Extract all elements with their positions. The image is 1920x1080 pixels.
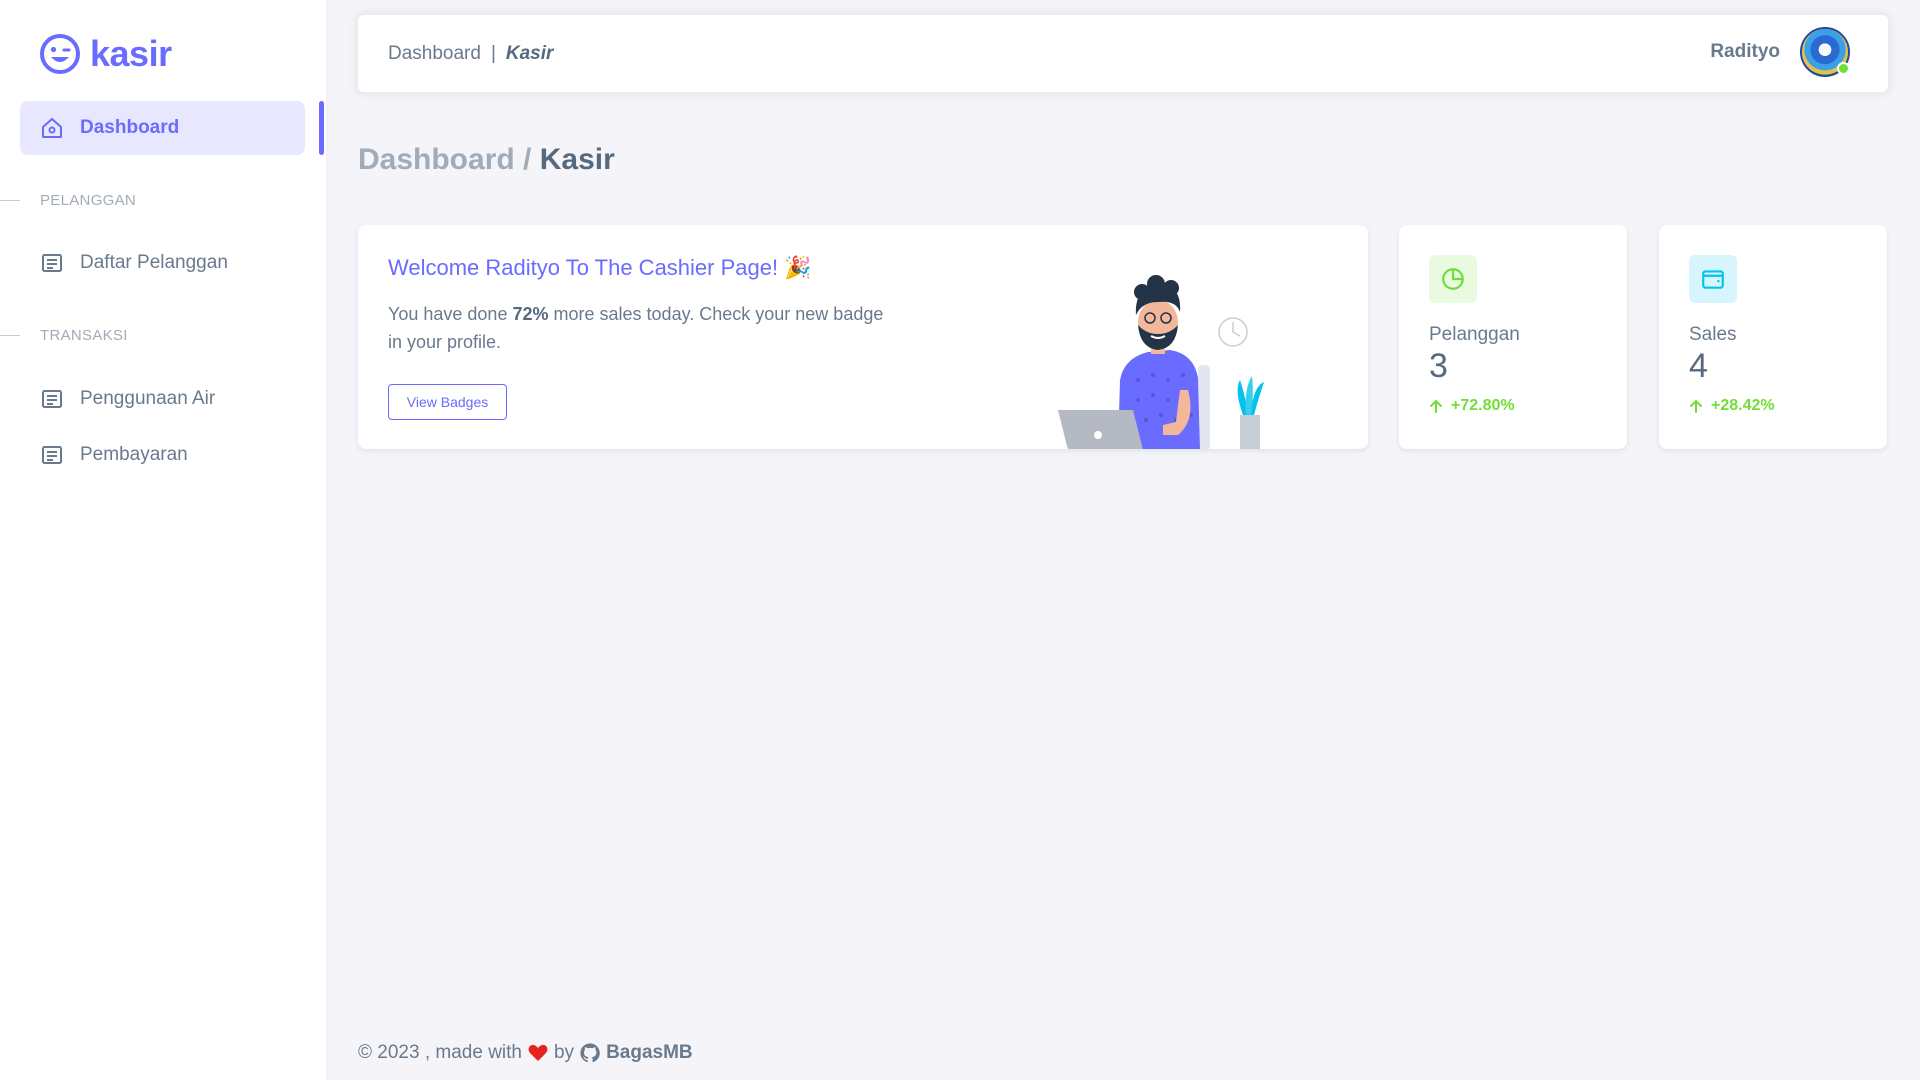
sidebar-item-label: Penggunaan Air <box>80 388 216 409</box>
active-indicator <box>319 101 324 155</box>
page-title-current: Kasir <box>539 143 615 176</box>
page-title-prefix: Dashboard / <box>358 143 532 176</box>
page-title: Dashboard / Kasir <box>358 143 615 177</box>
stat-change: +28.42% <box>1689 397 1775 415</box>
sidebar-item-daftar-pelanggan[interactable]: Daftar Pelanggan <box>20 236 305 290</box>
online-status-dot <box>1837 62 1850 75</box>
sales-percent: 72% <box>512 304 549 324</box>
view-badges-button[interactable]: View Badges <box>388 384 507 420</box>
sidebar-item-label: Dashboard <box>80 117 180 138</box>
arrow-up-icon <box>1690 399 1702 413</box>
chart-pie-icon <box>1442 268 1464 290</box>
stat-label: Sales <box>1689 324 1737 345</box>
brand-name: kasir <box>90 33 172 74</box>
sidebar-item-penggunaan-air[interactable]: Penggunaan Air <box>20 372 305 426</box>
stat-card-sales: Sales 4 +28.42% <box>1659 225 1887 449</box>
sidebar-item-pembayaran[interactable]: Pembayaran <box>20 428 305 482</box>
sidebar-item-label: Daftar Pelanggan <box>80 252 228 273</box>
sidebar: kasir Dashboard PELANGGAN Daftar Pelangg… <box>0 0 326 1080</box>
list-icon <box>42 254 62 272</box>
welcome-text: You have done 72% more sales today. Chec… <box>388 304 884 352</box>
menu-header-pelanggan: PELANGGAN <box>0 190 320 210</box>
user-menu[interactable]: Radityo <box>1710 27 1850 77</box>
avatar[interactable] <box>1800 27 1850 77</box>
stat-label: Pelanggan <box>1429 324 1520 345</box>
github-icon <box>580 1043 600 1063</box>
breadcrumb-current: Kasir <box>505 42 554 64</box>
user-name: Radityo <box>1710 41 1780 62</box>
top-navbar: Dashboard | Kasir Radityo <box>358 15 1888 92</box>
list-icon <box>42 390 62 408</box>
footer: © 2023 , made with by BagasMB <box>358 1042 693 1064</box>
wink-smile-logo-icon <box>40 34 80 74</box>
sidebar-item-label: Pembayaran <box>80 444 188 465</box>
list-icon <box>42 446 62 464</box>
stat-value: 4 <box>1689 347 1708 385</box>
man-with-laptop-illustration <box>1058 275 1264 449</box>
welcome-title: Welcome Radityo To The Cashier Page! 🎉 <box>388 255 812 280</box>
breadcrumb-separator: | <box>490 42 496 64</box>
stat-card-pelanggan: Pelanggan 3 +72.80% <box>1399 225 1627 449</box>
footer-by: by <box>553 1042 575 1063</box>
menu-header-transaksi: TRANSAKSI <box>0 325 320 345</box>
breadcrumb-parent: Dashboard <box>388 42 481 64</box>
footer-text: © 2023 , made with <box>358 1042 522 1063</box>
brand[interactable]: kasir <box>38 32 172 76</box>
sidebar-item-dashboard[interactable]: Dashboard <box>20 101 305 155</box>
heart-icon <box>528 1044 548 1061</box>
stat-icon-box <box>1689 255 1737 303</box>
author-link[interactable]: BagasMB <box>606 1042 693 1064</box>
stat-value: 3 <box>1429 347 1448 385</box>
stat-change: +72.80% <box>1429 397 1515 415</box>
breadcrumb: Dashboard | Kasir <box>388 43 553 65</box>
welcome-card: Welcome Radityo To The Cashier Page! 🎉 Y… <box>358 225 1368 449</box>
stat-icon-box <box>1429 255 1477 303</box>
wallet-icon <box>1702 270 1724 289</box>
home-icon <box>42 118 62 138</box>
arrow-up-icon <box>1430 399 1442 413</box>
